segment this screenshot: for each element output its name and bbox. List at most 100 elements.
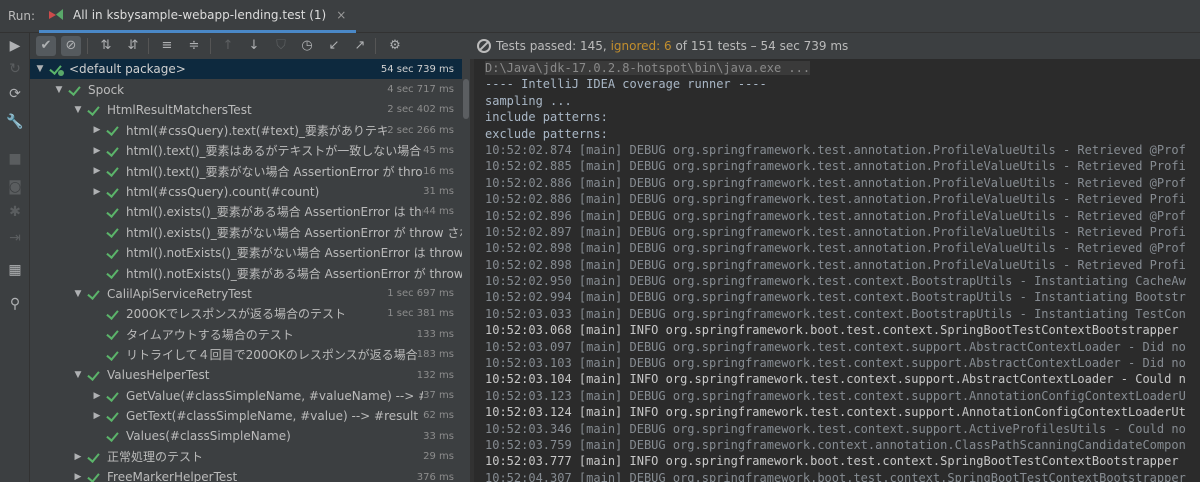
tree-scrollbar[interactable] <box>462 59 470 482</box>
tree-row-duration: 376 ms <box>416 471 454 482</box>
chevron-right-icon[interactable]: ▶ <box>91 125 103 135</box>
chevron-down-icon[interactable]: ▼ <box>72 289 84 299</box>
tree-row-duration: 1 sec 697 ms <box>387 288 454 300</box>
pin-icon[interactable]: ⚲ <box>6 295 24 313</box>
console-command[interactable]: D:\Java\jdk-17.0.2.8-hotspot\bin\java.ex… <box>485 61 811 75</box>
tree-row-label: ValuesHelperTest <box>107 368 210 383</box>
tree-row-duration: 33 ms <box>423 430 454 442</box>
exit-icon[interactable]: ⇥ <box>6 229 24 247</box>
console-line: 10:52:04.307 [main] DEBUG org.springfram… <box>485 470 1186 482</box>
tree-row-duration: 132 ms <box>416 369 454 381</box>
console-line: 10:52:02.886 [main] DEBUG org.springfram… <box>485 192 1186 207</box>
tree-row-label: <default package> <box>69 62 186 77</box>
chevron-right-icon[interactable]: ▶ <box>72 472 84 482</box>
tree-row-duration: 44 ms <box>423 206 454 218</box>
shield-icon[interactable]: ⛉ <box>271 36 291 56</box>
tree-row[interactable]: ▶html().notExists()_要素がある場合 AssertionErr… <box>30 263 462 283</box>
tree-row[interactable]: ▶html().exists()_要素がある場合 AssertionError … <box>30 202 462 222</box>
collapse-all-icon[interactable]: ≑ <box>184 36 204 56</box>
next-failed-icon[interactable]: ↓ <box>244 36 264 56</box>
tree-row-label: FreeMarkerHelperTest <box>107 470 238 482</box>
console-line: 10:52:03.104 [main] INFO org.springframe… <box>485 372 1186 387</box>
tree-row[interactable]: ▶Values(#classSimpleName)33 ms <box>30 426 462 446</box>
tree-row[interactable]: ▶ html(#cssQuery).count(#count) 31 ms <box>30 181 462 201</box>
debug-icon[interactable]: ✱ <box>6 203 24 221</box>
test-results-tree[interactable]: ▼ <default package> 54 sec 739 ms ▼ Spock 4 s… <box>30 59 462 482</box>
tree-row[interactable]: ▶ GetText(#classSimpleName, #value) --> #… <box>30 406 462 426</box>
run-tool-window-header: Run: All in ksbysample-webapp-lending.te… <box>0 0 1200 33</box>
console-line: 10:52:02.898 [main] DEBUG org.springfram… <box>485 257 1186 272</box>
show-passed-icon[interactable]: ✔ <box>36 36 56 56</box>
close-icon[interactable]: × <box>336 8 346 22</box>
tree-row-label: html().text()_要素がない場合 AssertionError が t… <box>126 164 423 179</box>
tree-row-label: 正常処理のテスト <box>107 450 204 465</box>
export-tests-icon[interactable]: ↗ <box>350 36 370 56</box>
tree-row[interactable]: ▼ HtmlResultMatchersTest 2 sec 402 ms <box>30 100 462 120</box>
test-passed-icon <box>106 429 122 443</box>
console-line: 10:52:03.097 [main] DEBUG org.springfram… <box>485 339 1186 354</box>
toggle-auto-test-icon[interactable]: ⟳ <box>6 85 24 103</box>
tree-row[interactable]: ▶200OKでレスポンスが返る場合のテスト1 sec 381 ms <box>30 304 462 324</box>
show-ignored-icon[interactable]: ⊘ <box>61 36 81 56</box>
chevron-right-icon[interactable]: ▶ <box>91 146 103 156</box>
import-tests-icon[interactable]: ↙ <box>324 36 344 56</box>
tree-row[interactable]: ▶ html().text()_要素がない場合 AssertionError が … <box>30 161 462 181</box>
tree-row-label: html().notExists()_要素がない場合 AssertionErro… <box>126 246 462 261</box>
layout-icon[interactable]: ▦ <box>6 261 24 279</box>
tests-ignored-text: ignored: 6 <box>610 39 672 53</box>
console-line: 10:52:03.033 [main] DEBUG org.springfram… <box>485 306 1186 321</box>
tree-row-duration: 16 ms <box>423 165 454 177</box>
tree-row[interactable]: ▼ Spock 4 sec 717 ms <box>30 79 462 99</box>
tree-row[interactable]: ▶html().notExists()_要素がない場合 AssertionErr… <box>30 243 462 263</box>
chevron-down-icon[interactable]: ▼ <box>53 85 65 95</box>
rerun-failed-icon[interactable]: ↻ <box>6 60 24 78</box>
run-tab[interactable]: All in ksbysample-webapp-lending.test (1… <box>39 0 357 33</box>
history-icon[interactable]: ◷ <box>297 36 317 56</box>
console-line: sampling ... <box>485 93 572 108</box>
chevron-right-icon[interactable]: ▶ <box>91 411 103 421</box>
tree-row-duration: 54 sec 739 ms <box>380 63 454 75</box>
tree-scrollbar-thumb[interactable] <box>463 79 469 119</box>
chevron-right-icon[interactable]: ▶ <box>91 166 103 176</box>
expand-all-icon[interactable]: ≡ <box>157 36 177 56</box>
tree-row-duration: 1 sec 381 ms <box>387 308 454 320</box>
tree-row-duration: 37 ms <box>423 390 454 402</box>
tree-row[interactable]: ▶タイムアウトする場合のテスト133 ms <box>30 324 462 344</box>
chevron-right-icon[interactable]: ▶ <box>91 187 103 197</box>
chevron-down-icon[interactable]: ▼ <box>72 105 84 115</box>
test-toolbar: ✔ ⊘ ⇅ ⇵ ≡ ≑ ↑ ↓ ⛉ ◷ ↙ ↗ ⚙ <box>30 33 470 59</box>
tree-row[interactable]: ▶ FreeMarkerHelperTest 376 ms <box>30 467 462 482</box>
tests-passed-text: Tests passed: 145, <box>496 39 607 53</box>
sort-duration-icon[interactable]: ⇵ <box>123 36 143 56</box>
rerun-icon[interactable]: ▶ <box>6 37 24 55</box>
chevron-right-icon[interactable]: ▶ <box>72 452 84 462</box>
tree-row[interactable]: ▶ GetValue(#classSimpleName, #valueName) … <box>30 385 462 405</box>
tree-row[interactable]: ▼ CalilApiServiceRetryTest 1 sec 697 ms <box>30 283 462 303</box>
tree-row-label: HtmlResultMatchersTest <box>107 102 252 117</box>
run-label: Run: <box>8 9 36 23</box>
test-passed-icon <box>106 144 122 158</box>
settings-gear-icon[interactable]: ⚙ <box>385 36 405 56</box>
console-line: 10:52:02.886 [main] DEBUG org.springfram… <box>485 175 1186 190</box>
tree-row[interactable]: ▼ ValuesHelperTest 132 ms <box>30 365 462 385</box>
tree-row[interactable]: ▶ html().text()_要素はあるがテキストが一致しない場合 Assert… <box>30 141 462 161</box>
console-output[interactable]: D:\Java\jdk-17.0.2.8-hotspot\bin\java.ex… <box>474 59 1200 482</box>
tree-row[interactable]: ▶ html(#cssQuery).text(#text)_要素がありテキストが一… <box>30 120 462 140</box>
console-line: 10:52:03.124 [main] INFO org.springframe… <box>485 405 1186 420</box>
sort-alpha-icon[interactable]: ⇅ <box>96 36 116 56</box>
tree-row[interactable]: ▶ 正常処理のテスト 29 ms <box>30 447 462 467</box>
stop-icon[interactable]: ■ <box>6 150 24 168</box>
tree-row-duration: 2 sec 402 ms <box>387 104 454 116</box>
previous-failed-icon[interactable]: ↑ <box>218 36 238 56</box>
tree-row[interactable]: ▶リトライして４回目で200OKのレスポンスが返る場合のテスト183 ms <box>30 345 462 365</box>
tree-row[interactable]: ▶html().exists()_要素がない場合 AssertionError … <box>30 222 462 242</box>
chevron-down-icon[interactable]: ▼ <box>72 370 84 380</box>
tree-row[interactable]: ▼ <default package> 54 sec 739 ms <box>30 59 462 80</box>
chevron-right-icon[interactable]: ▶ <box>91 391 103 401</box>
wrench-icon[interactable]: 🔧 <box>6 113 24 131</box>
camera-icon[interactable]: ◙ <box>6 178 24 196</box>
chevron-down-icon[interactable]: ▼ <box>34 64 46 74</box>
console-line: 10:52:02.898 [main] DEBUG org.springfram… <box>485 241 1186 256</box>
run-side-toolbar: ▶ ↻ ⟳ 🔧 ■ ◙ ✱ ⇥ ▦ ⚲ <box>0 33 30 482</box>
test-passed-icon <box>106 164 122 178</box>
